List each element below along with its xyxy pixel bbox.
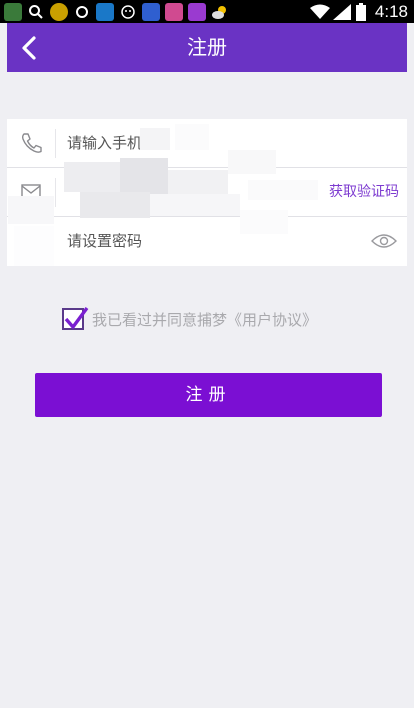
row-divider <box>55 178 56 207</box>
status-bar: 4:18 <box>0 0 414 23</box>
mail-icon <box>21 184 41 200</box>
password-row: 请设置密码 <box>7 217 407 266</box>
paw-icon <box>142 2 160 21</box>
agreement-text[interactable]: 我已看过并同意捕梦《用户协议》 <box>92 309 317 330</box>
signal-icon <box>332 3 351 20</box>
register-screen: 4:18 注册 请输入手机 获取验证码 请设置密码 我已看过并同意捕梦《用户协议… <box>0 0 414 708</box>
battery-icon <box>355 2 366 21</box>
app-icon-d <box>96 2 114 21</box>
phone-icon <box>21 133 42 153</box>
app-header: 注册 <box>7 23 407 72</box>
wifi-icon <box>309 4 330 19</box>
agreement-checkbox[interactable] <box>62 306 89 330</box>
eye-icon[interactable] <box>371 232 397 250</box>
privacy-mosaic <box>0 0 414 708</box>
agreement-row: 我已看过并同意捕梦《用户协议》 <box>62 306 317 332</box>
phone-row: 请输入手机 <box>7 119 407 168</box>
app-icon-b <box>50 2 68 21</box>
app-icon-a <box>4 2 22 21</box>
phone-input[interactable]: 请输入手机 <box>67 119 142 168</box>
register-form: 请输入手机 获取验证码 请设置密码 <box>7 119 407 266</box>
row-divider <box>55 129 56 158</box>
app-icon-g <box>188 2 206 21</box>
app-icon-e <box>119 3 137 21</box>
search-icon <box>27 3 45 21</box>
app-icon-c <box>73 3 91 21</box>
app-icon-f <box>165 2 183 21</box>
password-input[interactable]: 请设置密码 <box>67 217 142 266</box>
checkmark-icon <box>64 306 89 329</box>
page-title: 注册 <box>187 35 227 59</box>
status-right-icons: 4:18 <box>309 0 408 23</box>
status-time: 4:18 <box>374 1 408 21</box>
code-row: 获取验证码 <box>7 168 407 217</box>
get-code-button[interactable]: 获取验证码 <box>329 168 399 217</box>
weather-icon <box>211 3 229 21</box>
status-left-icons <box>4 2 234 21</box>
register-button[interactable]: 注册 <box>35 373 382 417</box>
